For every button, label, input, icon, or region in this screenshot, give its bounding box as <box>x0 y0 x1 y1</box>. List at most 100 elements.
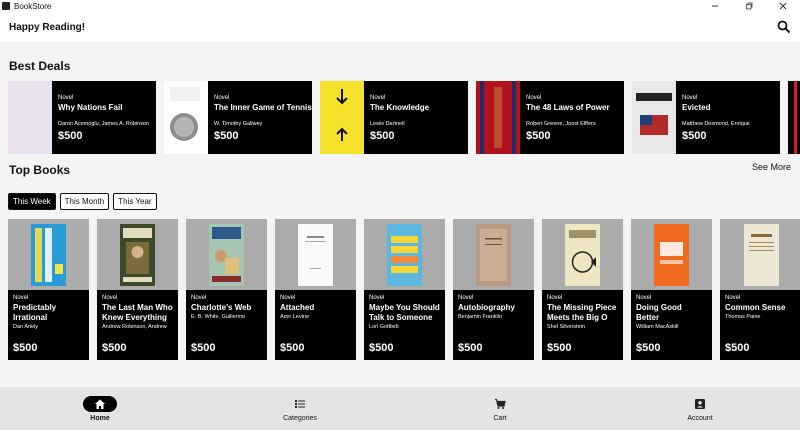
book-price: $500 <box>725 342 750 354</box>
list-icon <box>283 396 317 412</box>
deal-card[interactable]: Novel The Inner Game of Tennis W. Timoth… <box>164 81 312 154</box>
book-genre: Novel <box>102 295 118 301</box>
deal-price: $500 <box>370 130 395 142</box>
book-genre: Novel <box>547 295 563 301</box>
book-cover <box>8 81 52 154</box>
book-genre: Novel <box>280 295 296 301</box>
book-author: E. B. White, Guillermo <box>191 314 246 320</box>
book-author: Thomas Paine <box>725 314 761 320</box>
book-price: $500 <box>280 342 305 354</box>
deal-price: $500 <box>214 130 239 142</box>
account-icon <box>683 396 717 412</box>
book-cover <box>476 223 511 286</box>
deal-title: The Knowledge <box>370 103 430 112</box>
nav-cart[interactable]: Cart <box>400 387 600 430</box>
close-button[interactable] <box>766 0 800 12</box>
book-author: Shel Silverstein <box>547 324 585 330</box>
minimize-icon <box>712 5 718 7</box>
book-cover <box>632 81 676 154</box>
book-title: Predictably Irrational <box>13 303 57 322</box>
deal-author: W. Timothy Gallwey <box>214 121 263 127</box>
book-card[interactable]: Novel Autobiography Benjamin Franklin $5… <box>453 219 534 360</box>
book-title: Doing Good Better <box>636 303 682 322</box>
book-card[interactable]: Novel The Last Man Who Knew Everything A… <box>97 219 178 360</box>
book-card[interactable]: Novel Maybe You Should Talk to Someone L… <box>364 219 445 360</box>
deal-price: $500 <box>526 130 551 142</box>
tab-this-month[interactable]: This Month <box>59 193 110 210</box>
maximize-button[interactable] <box>732 0 766 12</box>
deal-card-partial[interactable] <box>788 81 800 154</box>
deal-genre: Novel <box>526 95 542 101</box>
window-title: BookStore <box>14 1 52 11</box>
book-price: $500 <box>547 342 572 354</box>
book-price: $500 <box>191 342 216 354</box>
tab-this-week[interactable]: This Week <box>8 193 56 210</box>
book-price: $500 <box>458 342 483 354</box>
search-icon[interactable] <box>777 20 791 34</box>
book-card[interactable]: Novel Charlotte's Web E. B. White, Guill… <box>186 219 267 360</box>
book-title: Charlotte's Web <box>191 303 252 312</box>
nav-account[interactable]: Account <box>600 387 800 430</box>
book-price: $500 <box>369 342 394 354</box>
deal-author: Lewis Dartnell <box>370 121 405 127</box>
book-genre: Novel <box>636 295 652 301</box>
deal-card[interactable]: Novel Evicted Matthew Desmond, Enrique $… <box>632 81 780 154</box>
deal-card[interactable]: Novel The Knowledge Lewis Dartnell $500 <box>320 81 468 154</box>
deal-genre: Novel <box>58 95 74 101</box>
book-card[interactable]: Novel Predictably Irrational Dan Ariely … <box>8 219 89 360</box>
book-cover <box>120 223 155 286</box>
book-card[interactable]: Novel Doing Good Better William MacAskil… <box>631 219 712 360</box>
window-titlebar: BookStore <box>0 0 800 12</box>
book-card[interactable]: Novel Attached Amir Levine $500 <box>275 219 356 360</box>
nav-home[interactable]: Home <box>0 387 200 430</box>
top-books-heading: Top Books <box>9 163 71 177</box>
deal-title: The Inner Game of Tennis <box>214 103 312 112</box>
app-icon <box>2 2 10 10</box>
book-title: The Last Man Who Knew Everything <box>102 303 173 322</box>
book-genre: Novel <box>725 295 741 301</box>
book-cover <box>654 223 689 286</box>
nav-home-label: Home <box>90 414 110 422</box>
nav-account-label: Account <box>687 414 713 422</box>
book-genre: Novel <box>13 295 29 301</box>
nav-cart-label: Cart <box>493 414 507 422</box>
deal-price: $500 <box>682 130 707 142</box>
best-deals-list: Novel Why Nations Fail Daron Acemoglu, J… <box>8 81 800 154</box>
book-author: Andrew Robinson, Andrew <box>102 324 167 330</box>
deal-author: Matthew Desmond, Enrique <box>682 121 750 127</box>
cart-icon <box>483 396 517 412</box>
book-author: Benjamin Franklin <box>458 314 503 320</box>
deal-title: The 48 Laws of Power <box>526 103 610 112</box>
deal-genre: Novel <box>370 95 386 101</box>
book-cover <box>320 81 364 154</box>
book-author: Dan Ariely <box>13 324 39 330</box>
book-cover <box>164 81 208 154</box>
app-header: Happy Reading! <box>0 12 800 42</box>
book-genre: Novel <box>458 295 474 301</box>
book-price: $500 <box>636 342 661 354</box>
deal-genre: Novel <box>682 95 698 101</box>
book-card[interactable]: Novel Common Sense Thomas Paine $500 <box>720 219 800 360</box>
book-title: Autobiography <box>458 303 515 312</box>
period-tabs: This Week This Month This Year <box>8 193 157 210</box>
bottom-navigation: Home Categories Cart Account <box>0 387 800 430</box>
book-cover <box>209 223 244 286</box>
book-cover <box>387 223 422 286</box>
see-more-link[interactable]: See More <box>752 162 791 172</box>
best-deals-heading: Best Deals <box>9 59 71 73</box>
book-title: The Missing Piece Meets the Big O <box>547 303 617 322</box>
minimize-button[interactable] <box>698 0 732 12</box>
deal-genre: Novel <box>214 95 230 101</box>
tab-this-year[interactable]: This Year <box>113 193 157 210</box>
deal-author: Robert Greene, Joost Elffers <box>526 121 596 127</box>
deal-author: Daron Acemoglu, James A. Robinson <box>58 121 150 127</box>
book-author: Lori Gottlieb <box>369 324 399 330</box>
home-icon <box>83 395 117 412</box>
deal-card[interactable]: Novel Why Nations Fail Daron Acemoglu, J… <box>8 81 156 154</box>
nav-categories[interactable]: Categories <box>200 387 400 430</box>
book-cover <box>565 223 600 286</box>
deal-card[interactable]: Novel The 48 Laws of Power Robert Greene… <box>476 81 624 154</box>
book-author: Amir Levine <box>280 314 310 320</box>
top-books-list: Novel Predictably Irrational Dan Ariely … <box>8 219 800 360</box>
book-card[interactable]: Novel The Missing Piece Meets the Big O … <box>542 219 623 360</box>
